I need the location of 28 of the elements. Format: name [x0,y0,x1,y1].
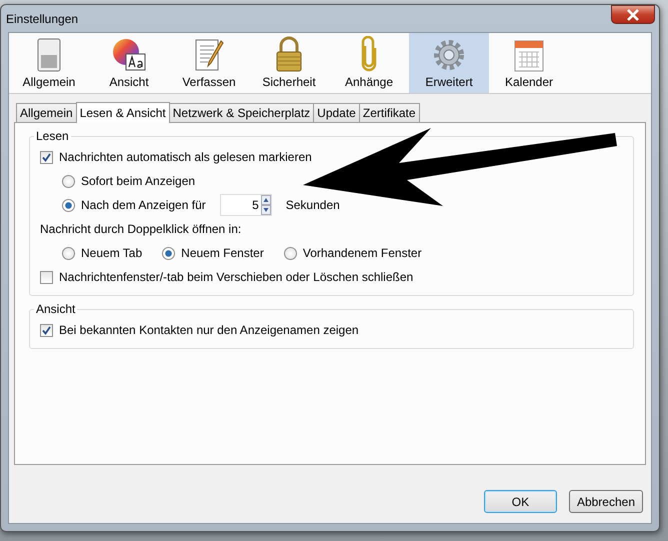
radio-label: Vorhandenem Fenster [302,246,422,260]
tab[interactable]: Zertifikate [358,103,420,122]
category-button[interactable]: Anhänge [329,33,409,93]
radio-label: Sofort beim Anzeigen [81,174,196,188]
category-button[interactable]: Kalender [489,33,569,93]
group-title: Lesen [35,129,70,143]
radio-label: Neuem Tab [81,246,142,260]
category-button[interactable]: Ansicht [89,33,169,93]
tab[interactable]: Update [313,103,360,122]
tab[interactable]: Netzwerk & Speicherplatz [168,103,314,122]
window-title: Einstellungen [6,12,78,26]
option-caption: Nachricht durch Doppelklick öffnen in: [40,222,242,236]
dialog-button[interactable]: OK [484,490,557,513]
category-button[interactable]: Allgemein [9,33,89,93]
category-button[interactable]: Erweitert [409,33,489,93]
radio-label: Nach dem Anzeigen für [81,198,206,212]
dialog-button[interactable]: Abbrechen [568,490,643,513]
unit-label: Sekunden [286,198,340,212]
checkbox-label: Nachrichten automatisch als gelesen markieren [59,150,312,164]
radio-label: Neuem Fenster [181,246,264,260]
category-button[interactable]: Verfassen [169,33,249,93]
number-spinner[interactable]: 5 [220,194,272,216]
group-title: Ansicht [35,302,76,316]
tab[interactable]: Lesen & Ansicht [76,102,170,123]
checkbox-label: Bei bekannten Kontakten nur den Anzeigenamen zeigen [59,323,359,337]
checkbox-label: Nachrichtenfenster/-tab beim Verschieben oder Löschen schließen [59,270,414,284]
category-button[interactable]: Sicherheit [249,33,329,93]
tab[interactable]: Allgemein [16,103,77,122]
